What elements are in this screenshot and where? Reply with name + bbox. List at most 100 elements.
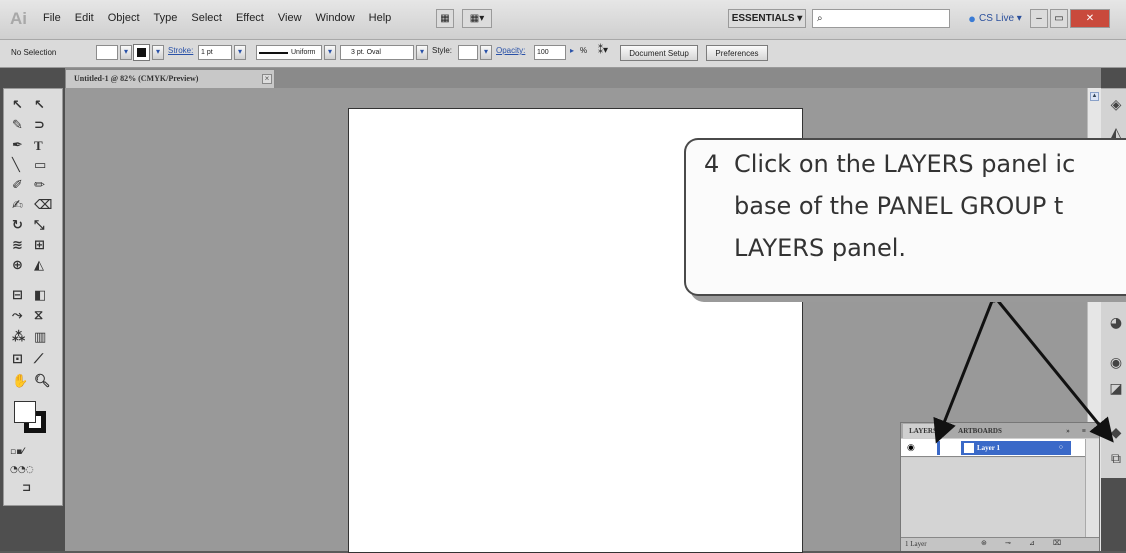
menu-select[interactable]: Select xyxy=(191,12,222,24)
brush-dropdown[interactable]: ▾ xyxy=(416,45,428,60)
menu-bar: Ai File Edit Object Type Select Effect V… xyxy=(0,0,1126,40)
artboards-panel-icon[interactable]: ⧉ xyxy=(1108,451,1124,467)
panel-menu-icon[interactable]: ≡ xyxy=(1077,424,1091,438)
layers-panel-footer: 1 Layer ⊛ ⊸ ⊿ ⌧ xyxy=(901,537,1099,551)
make-clipping-mask-icon[interactable]: ⊸ xyxy=(1005,539,1011,547)
hand-tool-icon[interactable]: ✋ xyxy=(12,375,28,389)
zoom-tool-icon[interactable]: 🔍︎ xyxy=(34,375,51,389)
new-sublayer-icon[interactable]: ⊿ xyxy=(1029,539,1035,547)
select-similar-icon[interactable]: ⁑▾ xyxy=(598,45,608,56)
screen-mode-icon[interactable]: ⊐ xyxy=(22,481,31,495)
callout-line-2: base of the PANEL GROUP t xyxy=(734,192,1064,220)
tab-layers[interactable]: LAYERS xyxy=(903,424,943,438)
workspace-switcher[interactable]: ESSENTIALS ▾ xyxy=(728,9,806,28)
menu-view[interactable]: View xyxy=(278,12,302,24)
document-setup-button[interactable]: Document Setup xyxy=(620,45,698,61)
color-panel-icon[interactable]: ◈ xyxy=(1108,97,1124,113)
pen-tool-icon[interactable]: ✒ xyxy=(12,139,23,153)
arrange-documents-icon[interactable]: ▦▾ xyxy=(462,9,492,28)
cslive-icon: ● xyxy=(968,11,977,26)
fill-color-icon[interactable] xyxy=(14,401,36,423)
scale-tool-icon[interactable]: ⤡ xyxy=(34,219,44,233)
tab-artboards[interactable]: ARTBOARDS xyxy=(945,424,1015,438)
cslive-button[interactable]: ● CS Live ▾ xyxy=(965,9,1025,28)
menu-file[interactable]: File xyxy=(43,12,61,24)
warp-tool-icon[interactable]: ≋ xyxy=(12,239,23,253)
control-bar: No Selection ▾ ▾ Stroke: 1 pt ▾ Uniform … xyxy=(0,40,1126,68)
layer-row[interactable]: ◉ Layer 1 ○ xyxy=(901,439,1085,457)
gradient-tool-icon[interactable]: ◧ xyxy=(34,289,46,303)
menu-list: File Edit Object Type Select Effect View… xyxy=(43,12,391,24)
perspective-grid-tool-icon[interactable]: ⊟ xyxy=(12,289,23,303)
menu-type[interactable]: Type xyxy=(154,12,178,24)
drawing-modes-icon[interactable]: ◔◔◌ xyxy=(10,463,34,477)
stroke-weight-dropdown[interactable]: ▾ xyxy=(234,45,246,60)
style-dropdown[interactable]: ▾ xyxy=(480,45,492,60)
layers-panel-tabs: LAYERS ARTBOARDS » ≡ xyxy=(901,423,1099,438)
opacity-label[interactable]: Opacity: xyxy=(496,46,525,55)
fill-dropdown[interactable]: ▾ xyxy=(120,45,132,60)
blend-tool-icon[interactable]: ⧖ xyxy=(34,309,43,323)
maximize-icon[interactable]: ▭ xyxy=(1050,9,1068,28)
slice-tool-icon[interactable]: ⟋ xyxy=(34,353,43,367)
stroke-swatch-icon[interactable] xyxy=(133,44,150,61)
live-paint-tool-icon[interactable]: ◭ xyxy=(34,259,44,273)
fill-swatch[interactable] xyxy=(96,45,118,60)
eyedropper-tool-icon[interactable]: ⤳ xyxy=(12,309,22,323)
eraser-tool-icon[interactable]: ⌫ xyxy=(34,199,52,213)
close-icon[interactable]: ✕ xyxy=(1070,9,1110,28)
rectangle-tool-icon[interactable]: ▭ xyxy=(34,159,46,173)
artboard-tool-icon[interactable]: ⊡ xyxy=(12,353,23,367)
opacity-field[interactable]: 100 xyxy=(534,45,566,60)
layer-target-icon[interactable]: ○ xyxy=(1059,443,1063,451)
stroke-weight-field[interactable]: 1 pt xyxy=(198,45,232,60)
bridge-icon[interactable]: ▦ xyxy=(436,9,454,28)
pencil-tool-icon[interactable]: ✏ xyxy=(34,179,45,193)
scroll-up-icon[interactable]: ▲ xyxy=(1090,92,1099,101)
type-tool-icon[interactable]: T xyxy=(34,139,43,153)
style-label: Style: xyxy=(432,46,453,55)
layer-count: 1 Layer xyxy=(905,540,927,548)
line-tool-icon[interactable]: ╲ xyxy=(12,159,20,173)
menu-help[interactable]: Help xyxy=(369,12,392,24)
magic-wand-tool-icon[interactable]: ✎ xyxy=(12,119,23,133)
search-input[interactable]: ⌕ xyxy=(812,9,950,28)
layer-name-cell[interactable]: Layer 1 ○ xyxy=(961,441,1071,455)
direct-selection-tool-icon[interactable]: ↖ xyxy=(34,99,45,113)
close-tab-icon[interactable]: × xyxy=(262,74,272,84)
layers-scrollbar[interactable] xyxy=(1085,439,1099,537)
brushes-panel-icon[interactable]: ◕ xyxy=(1108,315,1124,331)
appearance-panel-icon[interactable]: ◉ xyxy=(1108,355,1124,371)
graph-tool-icon[interactable]: ▥ xyxy=(34,331,46,345)
profile-dropdown[interactable]: ▾ xyxy=(324,45,336,60)
opacity-percent: % xyxy=(580,46,588,55)
rotate-tool-icon[interactable]: ↻ xyxy=(12,219,23,233)
paintbrush-tool-icon[interactable]: ✐ xyxy=(12,179,23,193)
selection-tool-icon[interactable]: ↖ xyxy=(12,99,23,113)
locate-object-icon[interactable]: ⊛ xyxy=(981,539,987,547)
opacity-arrow-icon[interactable]: ▸ xyxy=(570,46,574,55)
lasso-tool-icon[interactable]: ⊃ xyxy=(34,119,45,133)
minimize-icon[interactable]: – xyxy=(1030,9,1048,28)
menu-effect[interactable]: Effect xyxy=(236,12,264,24)
layers-panel-icon[interactable]: ◆ xyxy=(1108,425,1124,441)
delete-layer-icon[interactable]: ⌧ xyxy=(1053,539,1061,547)
collapse-panel-icon[interactable]: » xyxy=(1061,424,1075,438)
document-tab[interactable]: Untitled-1 @ 82% (CMYK/Preview) × xyxy=(65,69,275,88)
color-modes-icon[interactable]: ▫▪⁄ xyxy=(10,445,24,459)
free-transform-tool-icon[interactable]: ⊞ xyxy=(34,239,45,253)
blob-brush-tool-icon[interactable]: ✍ xyxy=(12,199,23,213)
preferences-button[interactable]: Preferences xyxy=(706,45,768,61)
stroke-dropdown[interactable]: ▾ xyxy=(152,45,164,60)
shape-builder-tool-icon[interactable]: ⊕ xyxy=(12,259,23,273)
symbol-sprayer-tool-icon[interactable]: ⁂ xyxy=(12,331,25,345)
stroke-label[interactable]: Stroke: xyxy=(168,46,193,55)
menu-edit[interactable]: Edit xyxy=(75,12,94,24)
callout-line-1: Click on the LAYERS panel ic xyxy=(734,150,1076,178)
brush-definition[interactable]: 3 pt. Oval xyxy=(340,45,414,60)
graphic-styles-panel-icon[interactable]: ◪ xyxy=(1108,381,1124,397)
menu-window[interactable]: Window xyxy=(316,12,355,24)
visibility-eye-icon[interactable]: ◉ xyxy=(907,442,915,453)
graphic-style-swatch[interactable] xyxy=(458,45,478,60)
menu-object[interactable]: Object xyxy=(108,12,140,24)
